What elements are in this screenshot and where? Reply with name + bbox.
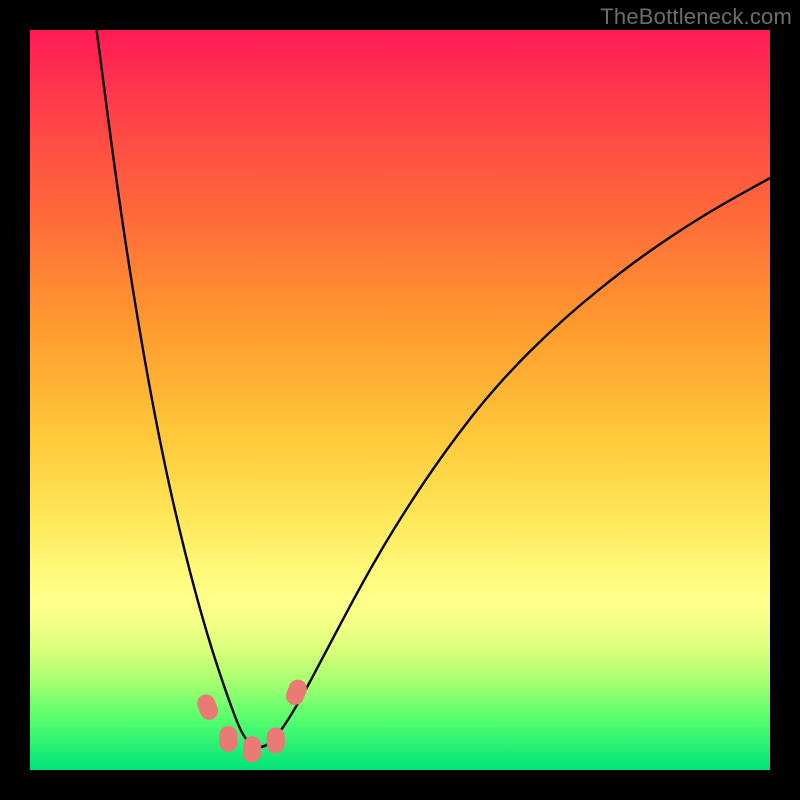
watermark-text: TheBottleneck.com (600, 4, 792, 30)
curve-layer (30, 30, 770, 770)
marker-dot (243, 736, 261, 762)
bottleneck-curve (97, 30, 770, 747)
marker-dot (283, 677, 309, 708)
chart-frame: TheBottleneck.com (0, 0, 800, 800)
marker-dot (267, 727, 285, 753)
marker-dot (194, 692, 220, 723)
marker-dot (219, 726, 237, 752)
marker-group (194, 677, 309, 762)
plot-area (30, 30, 770, 770)
